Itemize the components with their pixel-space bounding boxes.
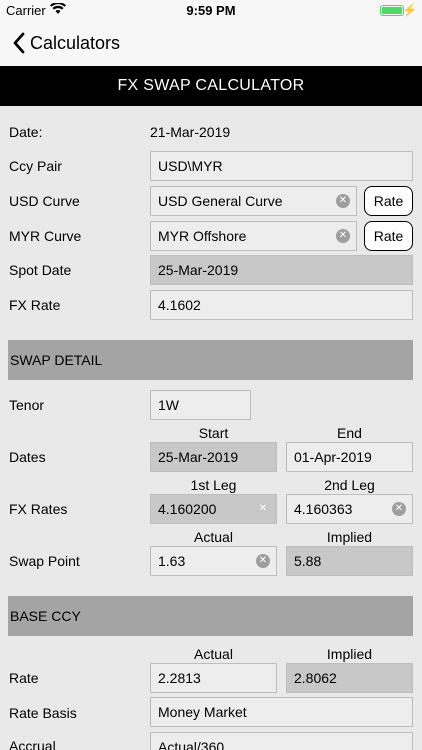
leg1-rate-value: 4.160200 (158, 501, 217, 517)
accrual-field[interactable]: Actual/360 (150, 732, 413, 750)
clear-icon[interactable]: ✕ (256, 554, 270, 568)
rate-actual-field[interactable]: 2.2813 (150, 663, 277, 693)
base-implied-column-head: Implied (326, 646, 373, 662)
swap-point-implied-value: 5.88 (294, 553, 322, 569)
dates-label: Dates (9, 449, 46, 465)
tenor-value: 1W (158, 397, 179, 413)
rate-label: Rate (9, 670, 39, 686)
rate-actual-value: 2.2813 (158, 670, 201, 686)
usd-curve-label: USD Curve (9, 193, 80, 209)
ccy-pair-field[interactable]: USD\MYR (150, 151, 413, 181)
battery-icon (380, 5, 404, 16)
swap-point-implied-field: 5.88 (286, 546, 413, 576)
start-date-field: 25-Mar-2019 (150, 442, 277, 472)
clock: 9:59 PM (186, 3, 236, 18)
fx-rate-field[interactable]: 4.1602 (150, 290, 413, 320)
myr-rate-button[interactable]: Rate (364, 221, 413, 251)
usd-rate-button[interactable]: Rate (364, 186, 413, 216)
tenor-label: Tenor (9, 397, 45, 413)
base-ccy-header: BASE CCY (8, 596, 413, 636)
date-label: Date: (9, 124, 43, 140)
swap-point-actual-field[interactable]: 1.63 ✕ (150, 546, 277, 576)
date-value: 21-Mar-2019 (150, 124, 231, 140)
usd-curve-field[interactable]: USD General Curve ✕ (150, 186, 357, 216)
fx-rate-label: FX Rate (9, 297, 61, 313)
end-column-head: End (337, 425, 362, 441)
spot-date-value: 25-Mar-2019 (158, 262, 239, 278)
clear-icon[interactable]: ✕ (392, 502, 406, 516)
spot-date-field: 25-Mar-2019 (150, 255, 413, 285)
swap-point-actual-value: 1.63 (158, 553, 186, 569)
clear-icon[interactable]: ✕ (336, 194, 350, 208)
end-date-field[interactable]: 01-Apr-2019 (286, 442, 413, 472)
accrual-label: Accrual (9, 738, 56, 750)
leg1-column-head: 1st Leg (190, 477, 237, 493)
implied-column-head: Implied (326, 529, 373, 545)
myr-curve-label: MYR Curve (9, 228, 82, 244)
accrual-value: Actual/360 (158, 739, 225, 750)
leg2-column-head: 2nd Leg (324, 477, 375, 493)
start-column-head: Start (198, 425, 229, 441)
fx-rates-label: FX Rates (9, 501, 68, 517)
back-button-label: Calculators (30, 32, 121, 53)
fx-rate-value: 4.1602 (158, 297, 201, 313)
usd-curve-value: USD General Curve (158, 193, 283, 209)
ccy-pair-value: USD\MYR (158, 158, 223, 174)
actual-column-head: Actual (194, 529, 233, 545)
rate-basis-value: Money Market (158, 704, 247, 720)
navigation-bar: Calculators (0, 22, 422, 66)
swap-detail-header: SWAP DETAIL (8, 340, 413, 380)
back-button[interactable]: Calculators (12, 32, 120, 54)
ccy-pair-label: Ccy Pair (9, 158, 62, 174)
myr-curve-field[interactable]: MYR Offshore ✕ (150, 221, 357, 251)
chevron-left-icon (13, 32, 25, 54)
rate-implied-field: 2.8062 (286, 663, 413, 693)
rate-basis-field[interactable]: Money Market (150, 697, 413, 727)
swap-point-label: Swap Point (9, 553, 80, 569)
status-bar: Carrier 9:59 PM ⚡ (0, 0, 422, 22)
rate-basis-label: Rate Basis (9, 705, 77, 721)
clear-icon[interactable]: ✕ (256, 502, 270, 516)
clear-icon[interactable]: ✕ (336, 229, 350, 243)
tenor-field[interactable]: 1W (150, 390, 251, 420)
leg1-rate-field[interactable]: 4.160200 ✕ (150, 494, 277, 524)
rate-implied-value: 2.8062 (294, 670, 337, 686)
spot-date-label: Spot Date (9, 262, 72, 278)
leg2-rate-value: 4.160363 (294, 501, 353, 517)
leg2-rate-field[interactable]: 4.160363 ✕ (286, 494, 413, 524)
charging-icon: ⚡ (402, 3, 417, 17)
start-date-value: 25-Mar-2019 (158, 449, 239, 465)
base-actual-column-head: Actual (194, 646, 233, 662)
end-date-value: 01-Apr-2019 (294, 449, 372, 465)
page-title: FX SWAP CALCULATOR (0, 66, 422, 106)
myr-curve-value: MYR Offshore (158, 228, 247, 244)
